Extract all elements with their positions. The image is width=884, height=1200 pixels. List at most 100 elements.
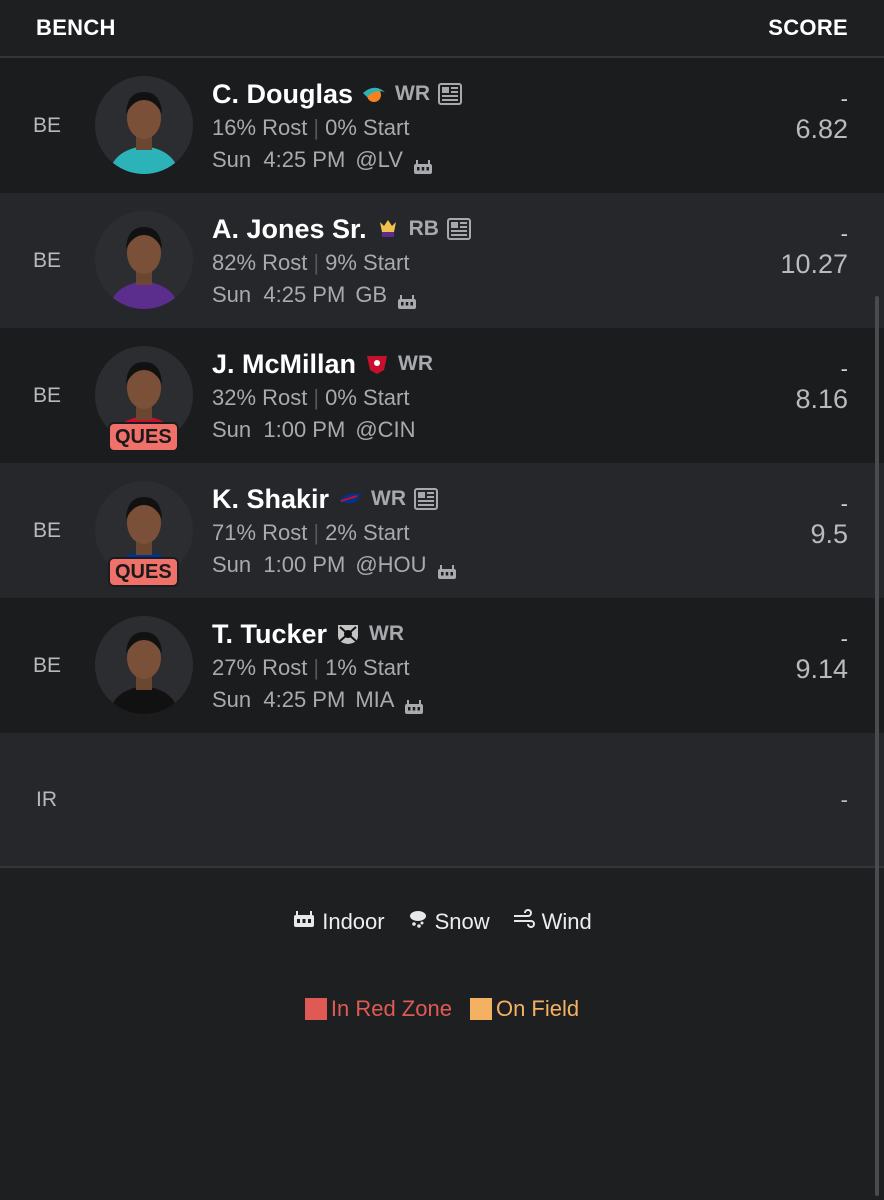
- rostered-pct: 82% Rost: [212, 250, 308, 275]
- player-score: - 9.14: [795, 626, 848, 686]
- separator: |: [313, 655, 320, 680]
- game-info: Sun 4:25 PM GB: [212, 279, 471, 311]
- legend-on-field: On Field: [469, 996, 580, 1022]
- ir-slot-label: IR: [36, 787, 57, 811]
- legend-snow-label: Snow: [434, 909, 490, 934]
- game-time: Sun 1:00 PM: [212, 417, 346, 442]
- game-time: Sun 4:25 PM: [212, 147, 346, 172]
- player-position: WR: [395, 82, 431, 105]
- player-row[interactable]: BE T. Tucker WR 27% Rost | 1% Start Sun 4:25 P…: [0, 598, 884, 733]
- player-info: A. Jones Sr. RB 82% Rost | 9% Start Sun 4:25 …: [212, 211, 471, 311]
- player-row[interactable]: BE QUES K. Shakir WR 71% Rost | 2% Start Sun 1:…: [0, 463, 884, 598]
- actual-score: -: [840, 491, 848, 516]
- started-pct: 0% Start: [325, 385, 410, 410]
- news-icon[interactable]: [446, 218, 471, 240]
- started-pct: 1% Start: [325, 655, 410, 680]
- stadium-icon: [413, 152, 433, 174]
- stadium-icon: [404, 692, 424, 714]
- player-score: - 9.5: [810, 491, 848, 551]
- player-ownership: 16% Rost | 0% Start: [212, 112, 462, 144]
- player-name-link[interactable]: A. Jones Sr.: [212, 214, 367, 245]
- separator: |: [313, 520, 320, 545]
- news-icon[interactable]: [414, 488, 439, 510]
- player-row[interactable]: BE QUES J. McMillan WR 32% Rost | 0% Start Sun …: [0, 328, 884, 463]
- buccaneers-logo-icon: [364, 353, 390, 375]
- opponent: MIA: [355, 687, 395, 712]
- rostered-pct: 16% Rost: [212, 115, 308, 140]
- actual-score: -: [840, 356, 848, 381]
- started-pct: 9% Start: [325, 250, 410, 275]
- snow-icon: [407, 908, 429, 936]
- score-column-title: SCORE: [768, 15, 848, 40]
- player-avatar[interactable]: QUES: [95, 481, 193, 587]
- vikings-logo-icon: [375, 218, 401, 240]
- player-avatar[interactable]: [95, 76, 193, 174]
- avatar-image: [95, 211, 193, 309]
- bills-logo-icon: [337, 488, 363, 510]
- player-info: J. McMillan WR 32% Rost | 0% Start Sun 1:00 P…: [212, 346, 433, 446]
- projected-score: 8.16: [795, 384, 848, 414]
- player-name-line: K. Shakir WR: [212, 481, 457, 517]
- player-position: RB: [408, 217, 439, 240]
- separator: |: [313, 115, 320, 140]
- on-field-swatch: [469, 998, 492, 1020]
- player-avatar[interactable]: [95, 211, 193, 309]
- player-position: WR: [369, 622, 405, 645]
- projected-score: 9.5: [810, 519, 848, 549]
- stadium-icon: [437, 557, 457, 579]
- player-name-link[interactable]: J. McMillan: [212, 349, 356, 380]
- legend-red-zone: In Red Zone: [304, 996, 452, 1022]
- player-avatar[interactable]: QUES: [95, 346, 193, 452]
- player-ownership: 71% Rost | 2% Start: [212, 517, 457, 549]
- slot-label: BE: [33, 518, 62, 542]
- game-info: Sun 4:25 PM MIA: [212, 684, 424, 716]
- player-score: - 10.27: [780, 221, 848, 281]
- player-row[interactable]: BE A. Jones Sr. RB 82% Rost | 9% Start Sun 4:2…: [0, 193, 884, 328]
- avatar-image: [95, 76, 193, 174]
- avatar-image: [95, 616, 193, 714]
- player-name-line: C. Douglas WR: [212, 76, 463, 112]
- legend-on-field-label: On Field: [495, 996, 580, 1021]
- separator: |: [313, 385, 320, 410]
- slot-label: BE: [33, 248, 62, 272]
- slot-label: BE: [33, 653, 62, 677]
- scrollbar[interactable]: [875, 296, 879, 1196]
- player-score: - 8.16: [795, 356, 848, 416]
- wind-icon: [512, 909, 536, 935]
- game-info: Sun 1:00 PM @HOU: [212, 549, 457, 581]
- stadium-icon: [292, 909, 316, 935]
- rostered-pct: 71% Rost: [212, 520, 308, 545]
- injury-status-badge: QUES: [108, 422, 179, 452]
- opponent: @HOU: [355, 552, 427, 577]
- rostered-pct: 27% Rost: [212, 655, 308, 680]
- separator: |: [313, 250, 320, 275]
- player-name-link[interactable]: T. Tucker: [212, 619, 327, 650]
- raiders-logo-icon: [335, 623, 361, 645]
- player-ownership: 27% Rost | 1% Start: [212, 652, 424, 684]
- opponent: @CIN: [355, 417, 416, 442]
- player-position: WR: [398, 352, 434, 375]
- weather-legend: Indoor Snow Wind: [0, 908, 884, 936]
- news-icon[interactable]: [438, 83, 463, 105]
- player-ownership: 82% Rost | 9% Start: [212, 247, 471, 279]
- red-zone-swatch: [304, 998, 327, 1020]
- legend-indoor-label: Indoor: [322, 909, 385, 934]
- player-name-link[interactable]: K. Shakir: [212, 484, 329, 515]
- projected-score: 10.27: [780, 249, 848, 279]
- player-info: C. Douglas WR 16% Rost | 0% Start Sun 4:25 PM…: [212, 76, 463, 176]
- started-pct: 0% Start: [325, 115, 410, 140]
- player-score: - 6.82: [795, 86, 848, 146]
- injury-status-badge: QUES: [108, 557, 179, 587]
- projected-score: 6.82: [795, 114, 848, 144]
- player-avatar[interactable]: [95, 616, 193, 714]
- player-name-link[interactable]: C. Douglas: [212, 79, 353, 110]
- player-name-line: T. Tucker WR: [212, 616, 424, 652]
- bench-title: BENCH: [36, 15, 116, 40]
- ir-slot-row[interactable]: IR -: [0, 733, 884, 868]
- legend-indoor: Indoor: [292, 908, 385, 936]
- stadium-icon: [397, 287, 417, 309]
- rostered-pct: 32% Rost: [212, 385, 308, 410]
- status-legend: In Red Zone On Field: [0, 996, 884, 1022]
- actual-score: -: [840, 626, 848, 651]
- player-row[interactable]: BE C. Douglas WR 16% Rost | 0% Start Sun 4:25 …: [0, 58, 884, 193]
